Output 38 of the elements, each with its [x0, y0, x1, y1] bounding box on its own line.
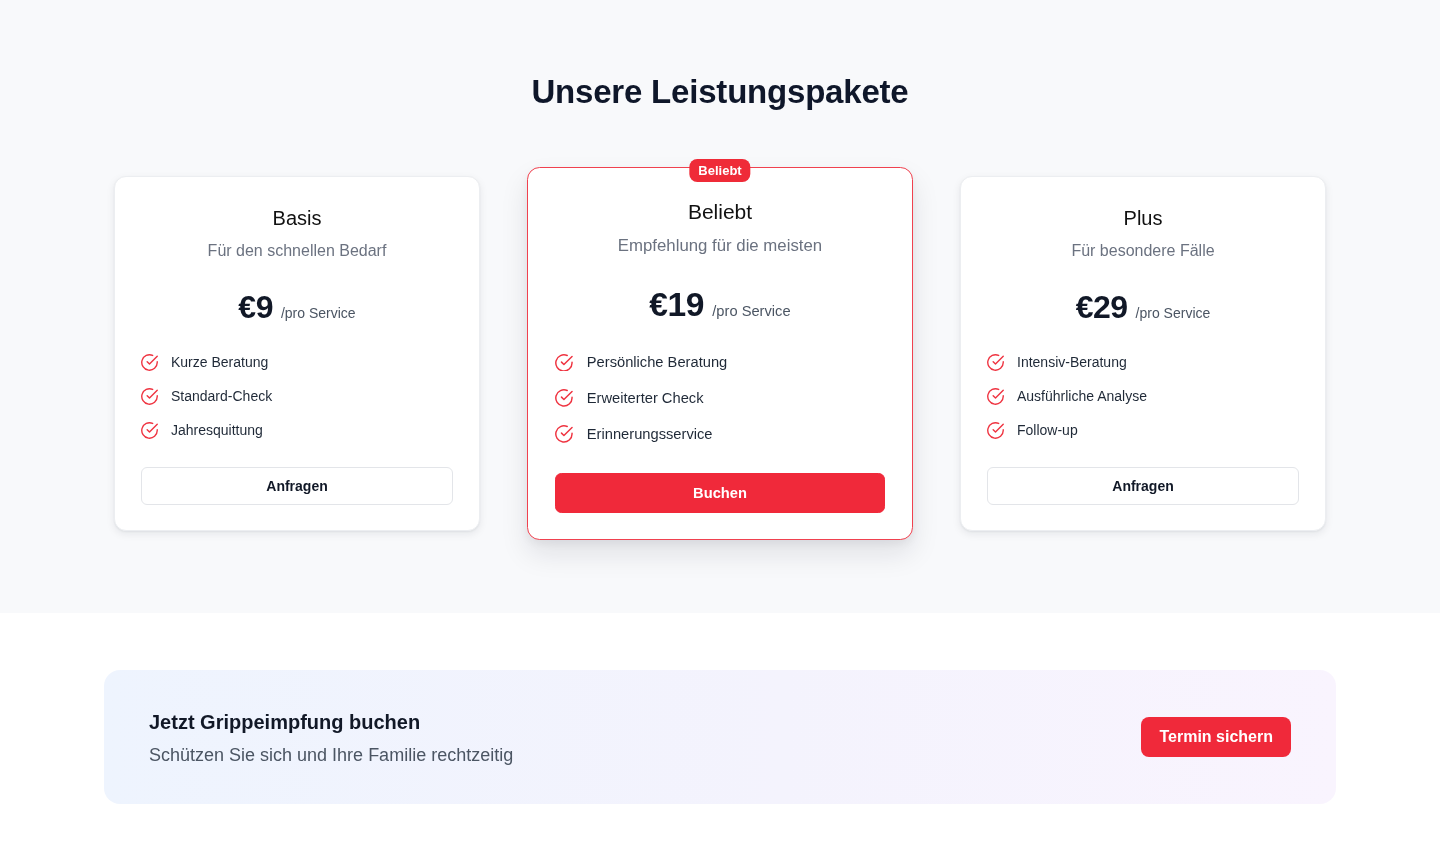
- plan-price: €9: [238, 288, 273, 327]
- price-unit: /pro Service: [280, 305, 356, 321]
- check-circle-icon: [987, 387, 1004, 405]
- appointment-button[interactable]: Termin sichern: [1141, 717, 1291, 757]
- plan-subtitle: Für den schnellen Bedarf: [207, 241, 387, 261]
- feature-text: Kurze Beratung: [171, 354, 269, 370]
- plan-name: Basis: [272, 206, 322, 230]
- popular-badge: Beliebt: [689, 159, 751, 183]
- plan-name: Plus: [1123, 206, 1163, 230]
- feature-text: Follow-up: [1017, 422, 1078, 438]
- check-circle-icon: [555, 424, 574, 443]
- check-circle-icon: [987, 353, 1004, 371]
- plan-button[interactable]: Anfragen: [141, 467, 453, 505]
- feature-text: Jahresquittung: [171, 422, 263, 438]
- section-heading: Unsere Leistungspakete: [531, 72, 909, 112]
- cta-subtitle: Schützen Sie sich und Ihre Familie rechtzeitig: [149, 744, 514, 767]
- price-unit: /pro Service: [712, 302, 791, 319]
- check-circle-icon: [141, 353, 158, 371]
- price-unit: /pro Service: [1135, 305, 1211, 321]
- plan-price: €29: [1075, 288, 1128, 327]
- cta-title: Jetzt Grippeimpfung buchen: [149, 710, 422, 735]
- feature-text: Ausführliche Analyse: [1017, 388, 1147, 404]
- check-circle-icon: [555, 389, 574, 408]
- plan-button[interactable]: Buchen: [555, 472, 885, 513]
- feature-text: Erinnerungsservice: [586, 425, 713, 442]
- check-circle-icon: [555, 353, 574, 372]
- check-circle-icon: [987, 421, 1004, 439]
- feature-text: Intensiv-Beratung: [1017, 354, 1127, 370]
- plan-price: €19: [649, 284, 704, 325]
- feature-text: Persönliche Beratung: [586, 354, 728, 371]
- check-circle-icon: [141, 387, 158, 405]
- plan-button[interactable]: Anfragen: [987, 467, 1299, 505]
- plan-name: Beliebt: [687, 198, 753, 224]
- feature-text: Standard-Check: [171, 388, 273, 404]
- plan-subtitle: Empfehlung für die meisten: [617, 235, 823, 258]
- feature-text: Erweiterter Check: [586, 390, 704, 407]
- check-circle-icon: [141, 421, 158, 439]
- plan-subtitle: Für besondere Fälle: [1071, 241, 1215, 261]
